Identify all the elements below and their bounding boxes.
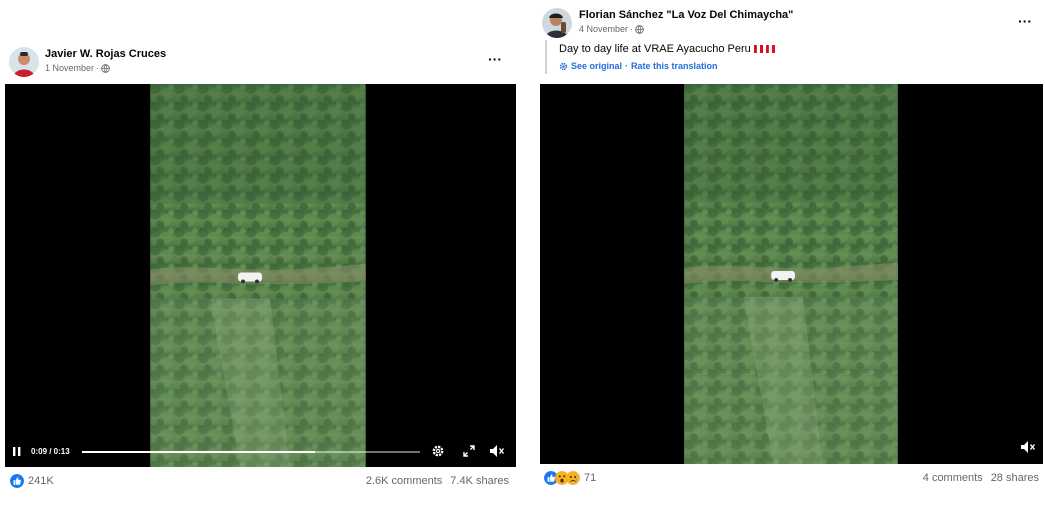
video-time: 0:09 / 0:13 [31,447,70,456]
globe-icon [101,63,110,73]
comments-count[interactable]: 4 comments [923,472,983,484]
author-name[interactable]: Florian Sánchez "La Voz Del Chimaycha" [579,9,793,21]
sad-icon [566,471,580,485]
reactions-summary[interactable]: 241K [10,474,54,488]
post-meta: 4 November · [579,24,644,34]
rate-translation-link[interactable]: Rate this translation [631,61,718,71]
translate-gear-icon [559,62,568,70]
pause-icon[interactable] [13,447,21,456]
reaction-count: 71 [584,472,597,484]
meta-separator: · [96,63,100,73]
video-controls: 0:09 / 0:13 [5,436,516,466]
reaction-icons [544,471,580,485]
see-original-link[interactable]: See original [571,61,622,71]
like-icon [10,474,24,488]
volume-muted-icon[interactable] [489,444,505,458]
post-date[interactable]: 1 November [45,63,94,73]
progress-bar[interactable] [82,451,420,453]
author-name[interactable]: Javier W. Rojas Cruces [45,48,166,60]
shares-count[interactable]: 7.4K shares [450,475,509,487]
translation-separator: · [625,61,629,71]
peru-flag-icon [753,45,763,53]
more-options-icon[interactable]: ··· [488,52,502,66]
video-frame [150,84,366,467]
progress-fill [82,451,316,453]
avatar[interactable] [9,47,39,77]
video-player[interactable]: 0:09 / 0:13 [5,84,516,467]
avatar[interactable] [542,8,572,38]
caption-text: Day to day life at VRAE Ayacucho Peru [559,43,751,55]
settings-gear-icon[interactable] [431,444,445,458]
post-meta: 1 November · [45,63,110,73]
globe-icon [635,24,644,34]
shares-count[interactable]: 28 shares [991,472,1039,484]
post-card: Florian Sánchez "La Voz Del Chimaycha" 4… [535,0,1045,523]
post-card: Javier W. Rojas Cruces 1 November · ··· … [0,0,520,523]
post-caption: Day to day life at VRAE Ayacucho Peru [559,43,775,55]
caption-divider [545,40,547,74]
volume-muted-icon[interactable] [1020,440,1036,454]
video-player[interactable] [540,84,1043,464]
engagement-stats: 4 comments 28 shares [923,472,1039,484]
more-options-icon[interactable]: ··· [1018,14,1032,28]
meta-separator: · [630,24,634,34]
peru-flag-icon [765,45,775,53]
post-date[interactable]: 4 November [579,24,628,34]
translation-links: See original · Rate this translation [559,61,718,71]
reaction-count: 241K [28,475,54,487]
comments-count[interactable]: 2.6K comments [366,475,442,487]
video-frame [684,84,898,464]
engagement-stats: 2.6K comments 7.4K shares [366,475,509,487]
reactions-summary[interactable]: 71 [544,471,596,485]
fullscreen-icon[interactable] [463,445,475,457]
